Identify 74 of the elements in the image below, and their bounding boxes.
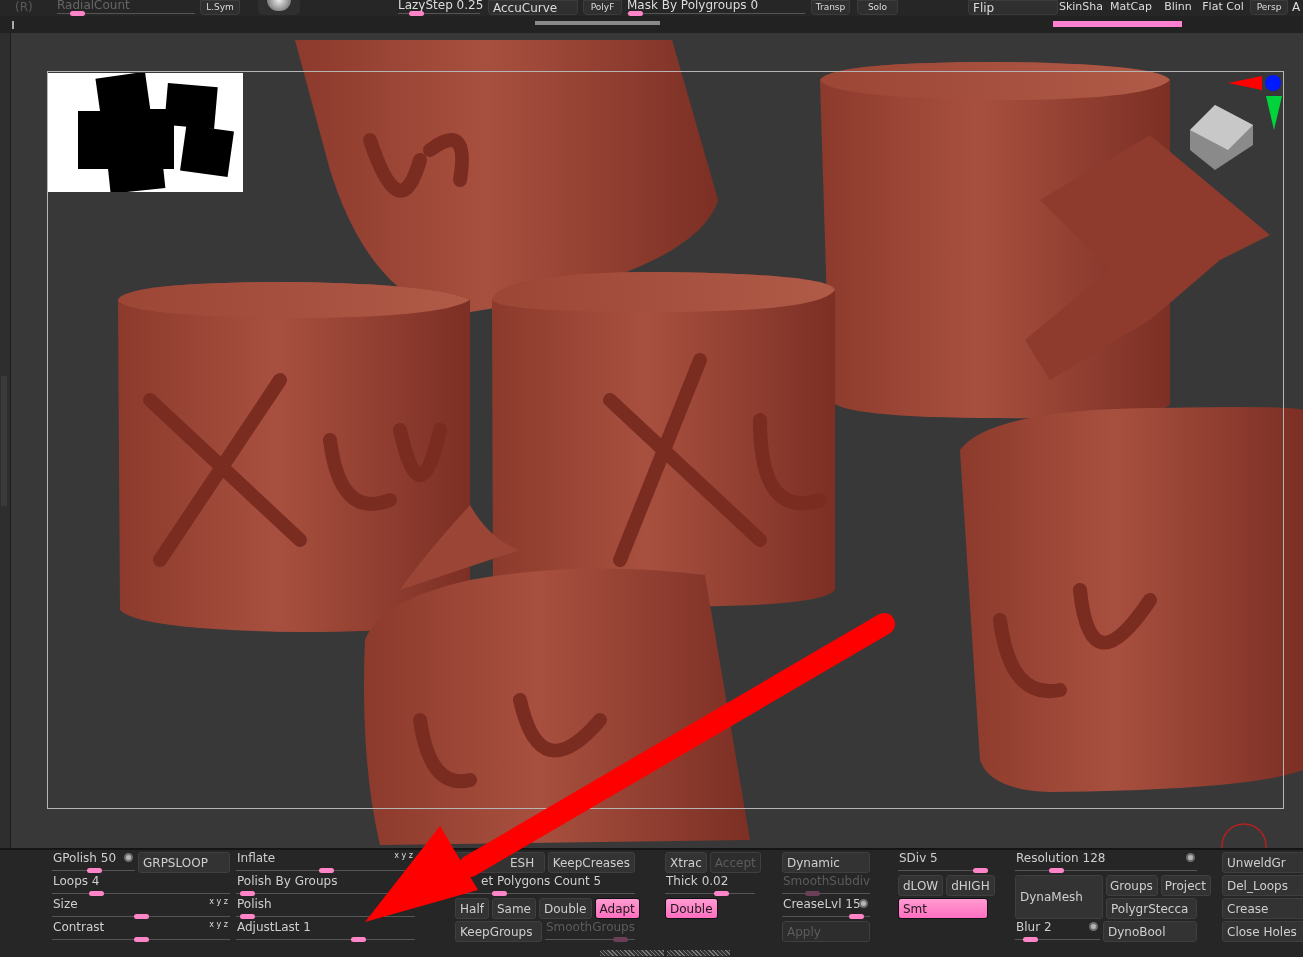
toolbar-button[interactable]: AccuCurve — [488, 0, 578, 15]
panel-button[interactable]: Close Holes — [1222, 921, 1303, 942]
material-button[interactable]: SkinSha — [1058, 0, 1104, 15]
slider-thumb[interactable] — [134, 937, 149, 942]
ring-icon — [1221, 823, 1267, 848]
slider[interactable]: Blur 2 — [1015, 921, 1100, 942]
slider[interactable]: CreaseLvl 15 — [782, 898, 870, 919]
slider-thumb[interactable] — [351, 937, 367, 942]
axis-letters: x y z — [394, 852, 413, 860]
slider-thumb[interactable] — [318, 868, 334, 873]
toolbar-label: A — [1292, 0, 1302, 15]
panel-button[interactable]: PolygrStecca — [1106, 898, 1197, 919]
slider[interactable]: Thick 0.02 — [665, 875, 755, 896]
panel-button[interactable]: Double — [665, 898, 718, 919]
panel-button[interactable]: Project — [1160, 875, 1211, 896]
panel-button[interactable]: Adapt — [594, 898, 640, 919]
scrollbar-thumb[interactable] — [535, 21, 660, 25]
axis-letters: x y z — [209, 921, 228, 929]
slider-thumb[interactable] — [973, 868, 988, 873]
panel-button[interactable]: GRPSLOOP — [138, 852, 230, 873]
material-button[interactable]: Blinn — [1159, 0, 1197, 15]
panel-button[interactable]: Smt — [898, 898, 988, 919]
panel-footer-grip[interactable] — [600, 950, 730, 956]
toolbar-button[interactable]: Persp — [1250, 0, 1288, 15]
slider[interactable]: GPolish 50 — [52, 852, 135, 873]
slider-thumb[interactable] — [240, 891, 256, 896]
slider[interactable]: Inflate x y z — [236, 852, 415, 873]
panel-button[interactable]: KeepCreases — [547, 852, 635, 873]
slider-thumb[interactable] — [628, 11, 643, 16]
panel-button[interactable]: Half — [455, 898, 489, 919]
panel-button[interactable]: DynaMesh — [1015, 875, 1103, 919]
slider[interactable]: AdjustLast 1 — [236, 921, 415, 942]
slider-thumb[interactable] — [134, 914, 149, 919]
slider[interactable]: Mask By Polygroups 0 — [627, 0, 805, 15]
slider-thumb[interactable] — [240, 914, 256, 919]
slider[interactable]: Contrast x y z — [52, 921, 230, 942]
panel-button[interactable]: Double — [539, 898, 592, 919]
toolbar-button[interactable]: Transp — [811, 0, 850, 15]
panel-button[interactable]: dHIGH — [946, 875, 995, 896]
toggle-dot-icon[interactable] — [859, 899, 868, 908]
panel-button[interactable]: Del_Loops — [1222, 875, 1303, 896]
orientation-gizmo-icon[interactable] — [1190, 75, 1282, 170]
toolbar-button[interactable]: Flip — [968, 0, 1058, 15]
toggle-dot-icon[interactable] — [124, 853, 133, 862]
panel-button[interactable]: DynoBool — [1103, 921, 1197, 942]
panel-button[interactable]: Xtrac — [665, 852, 707, 873]
slider-thumb[interactable] — [408, 11, 424, 16]
toolbar-button[interactable]: PolyF — [583, 0, 622, 15]
slider[interactable]: Size x y z — [52, 898, 230, 919]
slider-thumb[interactable] — [86, 868, 102, 873]
panel-button[interactable]: Groups — [1106, 875, 1158, 896]
panel-button[interactable]: Same — [491, 898, 536, 919]
slider[interactable]: SDiv 5 — [898, 852, 988, 873]
toolbar-button[interactable]: L.Sym — [200, 0, 240, 15]
material-button[interactable]: Flat Col — [1199, 0, 1247, 15]
slider-thumb[interactable] — [1049, 868, 1065, 873]
panel-button[interactable]: UnweldGr — [1222, 852, 1303, 873]
slider-thumb[interactable] — [1022, 937, 1038, 942]
slider-thumb[interactable] — [849, 914, 865, 919]
panel-button[interactable]: KeepGroups — [455, 921, 542, 942]
toolbar-button[interactable]: Solo — [857, 0, 898, 15]
toggle-dot-icon[interactable] — [1089, 922, 1098, 931]
divider-tick — [12, 20, 14, 29]
slider[interactable]: Loops 4 — [52, 875, 230, 896]
panel-button[interactable]: dLOW — [898, 875, 944, 896]
axis-letters: x y z — [209, 898, 228, 906]
material-button[interactable]: MatCap — [1105, 0, 1157, 15]
slider-thumb[interactable] — [88, 891, 104, 896]
slider-thumb[interactable] — [492, 891, 508, 896]
toggle-dot-icon[interactable] — [1186, 853, 1195, 862]
panel-button[interactable]: Crease — [1222, 898, 1303, 919]
slider-thumb[interactable] — [714, 891, 730, 896]
slider[interactable]: Resolution 128 — [1015, 852, 1197, 873]
panel-button[interactable]: Dynamic — [782, 852, 870, 873]
